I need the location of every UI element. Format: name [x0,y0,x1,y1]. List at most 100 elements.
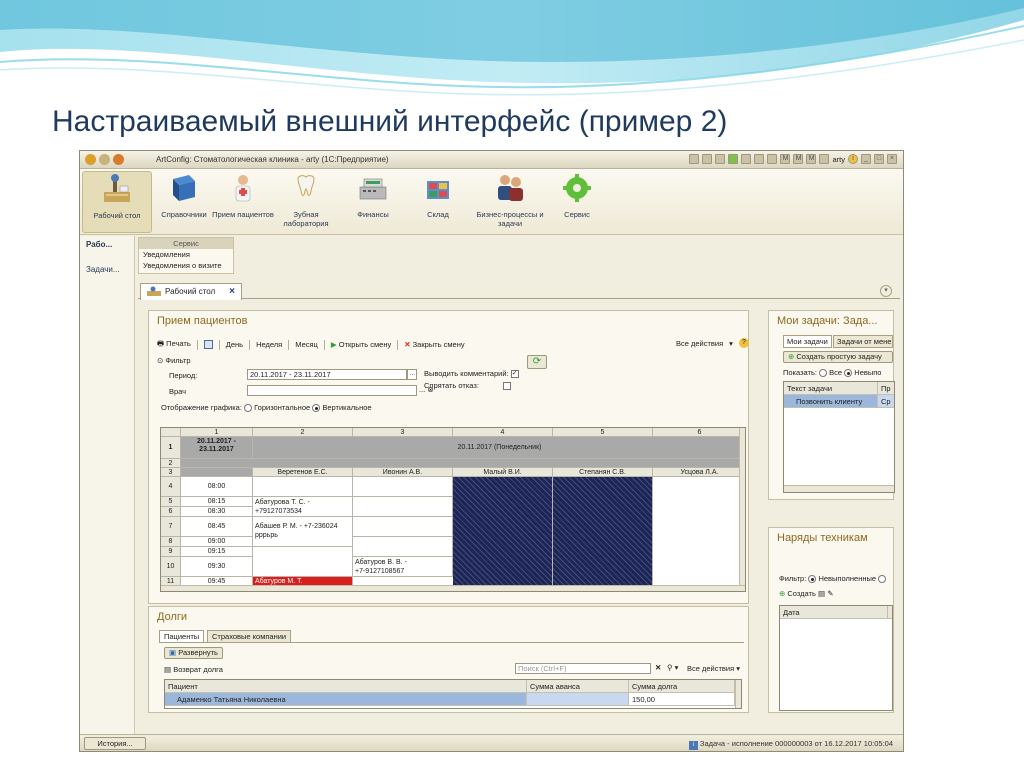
presentation-slide: Настраиваемый внешний интерфейс (пример … [0,0,1024,767]
search-icon[interactable]: ⚲ ▾ [667,663,678,672]
forward-icon[interactable] [113,154,124,165]
section-dental-lab[interactable]: Зубная лаборатория [271,171,341,228]
chevron-down-icon[interactable]: ▾ [880,285,892,297]
submenu-item-visit-notifications[interactable]: Уведомления о визите [139,260,233,271]
reception-all-actions[interactable]: Все действия ▾ ? [676,338,749,348]
orders-filter: Фильтр: Невыполненные [779,574,887,584]
doctor-column-5: Усцова Л.А. [653,468,745,477]
submenu-item-notifications[interactable]: Уведомления [139,249,233,260]
back-icon[interactable] [99,154,110,165]
edit-icon[interactable]: ✎ [827,589,833,598]
period-input[interactable]: 20.11.2017 - 23.11.2017 [247,369,407,380]
month-button[interactable]: Месяц [295,340,318,349]
calendar-icon[interactable] [754,154,765,164]
show-comment-checkbox[interactable]: ✓ [510,370,519,379]
clear-search-icon[interactable]: ✕ [655,663,661,672]
user-icon[interactable] [819,154,830,164]
info-icon[interactable]: i [848,154,858,164]
display-horizontal-radio[interactable] [244,404,253,413]
show-all-radio[interactable] [819,369,828,378]
doctor-column-1: Веретенов Е.С. [253,468,353,477]
copy-icon[interactable]: ▤ [818,589,825,598]
appointment-cell[interactable]: Абатуров В. В. - +7-9127108567 [353,557,453,577]
show-unfinished-radio[interactable] [844,369,853,378]
tab-my-tasks[interactable]: Мои задачи [783,335,832,348]
history-icon[interactable] [741,154,752,164]
people-icon [498,175,523,201]
slide-title: Настраиваемый внешний интерфейс (пример … [52,105,728,138]
column-patient[interactable]: Пациент [165,680,527,693]
section-service[interactable]: Сервис [542,171,612,219]
schedule-grid: 1 2 3 4 5 6 1 20.11.2017 - 23.11.2017 20… [160,427,746,592]
tab-tasks-from-me[interactable]: Задачи от мене [833,335,893,348]
calculator-icon[interactable] [767,154,778,164]
table-row[interactable]: Позвонить клиенту [784,395,878,408]
current-user: arty [832,154,845,164]
close-tab-icon[interactable]: × [229,286,235,297]
section-finance[interactable]: Финансы [338,171,408,219]
create-task-button[interactable]: ⊕ Создать простую задачу [783,351,893,363]
print-button[interactable]: 🖶 Печать [157,338,191,351]
section-desktop[interactable]: Рабочий стол [82,171,152,233]
doctor-label: Врач [169,387,187,396]
favorites-icon[interactable] [728,154,739,164]
week-button[interactable]: Неделя [256,340,282,349]
nav-item-tasks[interactable]: Задачи... [80,261,134,278]
orders-create-button[interactable]: ⊕ Создать ▤ ✎ [779,589,833,598]
period-select-button[interactable]: ... [407,369,417,380]
hide-refusal-checkbox[interactable] [503,382,511,391]
print-icon[interactable] [702,154,713,164]
memory-plus-icon[interactable]: M [793,154,804,164]
status-message[interactable]: i Задача - исполнение 000000003 от 16.12… [688,739,893,750]
section-reception[interactable]: Прием пациентов [208,171,278,219]
open-shift-button[interactable]: ▶ Открыть смену [331,340,391,349]
desktop-small-icon [147,286,161,296]
section-business-processes[interactable]: Бизнес-процессы и задачи [472,171,548,228]
reception-panel: Прием пациентов 🖶 Печать День Неделя Мес… [148,310,749,604]
reception-title: Прием пациентов [157,315,248,327]
grid-vertical-scrollbar[interactable] [739,428,745,585]
close-shift-button[interactable]: ✕ Закрыть смену [404,340,464,349]
gear-icon [563,174,591,202]
memory-minus-icon[interactable]: M [806,154,817,164]
column-advance[interactable]: Сумма аванса [527,680,629,693]
doctor-input[interactable] [247,385,417,396]
return-debt-button[interactable]: ▤ Возврат долга [164,665,223,674]
my-tasks-title: Мои задачи: Зада... [777,315,878,327]
calendar-icon[interactable] [203,340,213,349]
restore-icon[interactable]: □ [874,154,884,164]
warehouse-icon [427,181,449,199]
minimize-icon[interactable]: _ [861,154,871,164]
history-button[interactable]: История... [84,737,146,750]
debts-all-actions[interactable]: Все действия ▾ [687,664,740,673]
display-vertical-radio[interactable] [312,404,321,413]
section-warehouse[interactable]: Склад [403,171,473,219]
filter-unfinished-radio[interactable] [808,575,817,584]
appointment-cell[interactable]: Абатурова Т. С. - +79127073534 [253,497,353,517]
expand-button[interactable]: ▣ Развернуть [164,647,223,659]
help-icon[interactable]: ? [738,338,749,348]
table-row[interactable]: Адаменко Татьяна Николаевна [165,693,527,706]
tab-desktop[interactable]: Рабочий стол × [140,283,242,300]
orders-title: Наряды техникам [777,532,868,544]
filter-toggle[interactable]: ⊙ Фильтр [157,356,191,365]
titlebar-tools: M M M arty i _ □ × [689,154,897,164]
tooth-icon [297,175,315,196]
nav-item-desktop[interactable]: Рабо... [80,236,134,253]
day-button[interactable]: День [226,340,243,349]
reception-toolbar: 🖶 Печать День Неделя Месяц ▶ Открыть сме… [157,338,465,351]
debts-table: Пациент Сумма аванса Сумма долга Адаменк… [164,679,742,709]
close-icon[interactable]: × [887,154,897,164]
window-titlebar: ArtConfig: Стоматологическая клиника - a… [80,151,903,169]
grid-horizontal-scrollbar[interactable] [161,585,745,591]
memory-icon[interactable]: M [780,154,791,164]
app-menu-icon[interactable] [85,154,96,165]
save-icon[interactable] [689,154,700,164]
column-debt[interactable]: Сумма долга [629,680,735,693]
document-icon: ▤ [164,665,172,674]
appointment-cell[interactable]: Абашев Р. М. - +7-236024 рррьрь [253,517,353,547]
copy-icon[interactable] [715,154,726,164]
debts-search-input[interactable]: Поиск (Ctrl+F) [515,663,651,674]
debts-panel: Долги Пациенты Страховые компании ▣ Разв… [148,606,749,713]
refresh-icon[interactable]: ⟳ [527,355,547,369]
